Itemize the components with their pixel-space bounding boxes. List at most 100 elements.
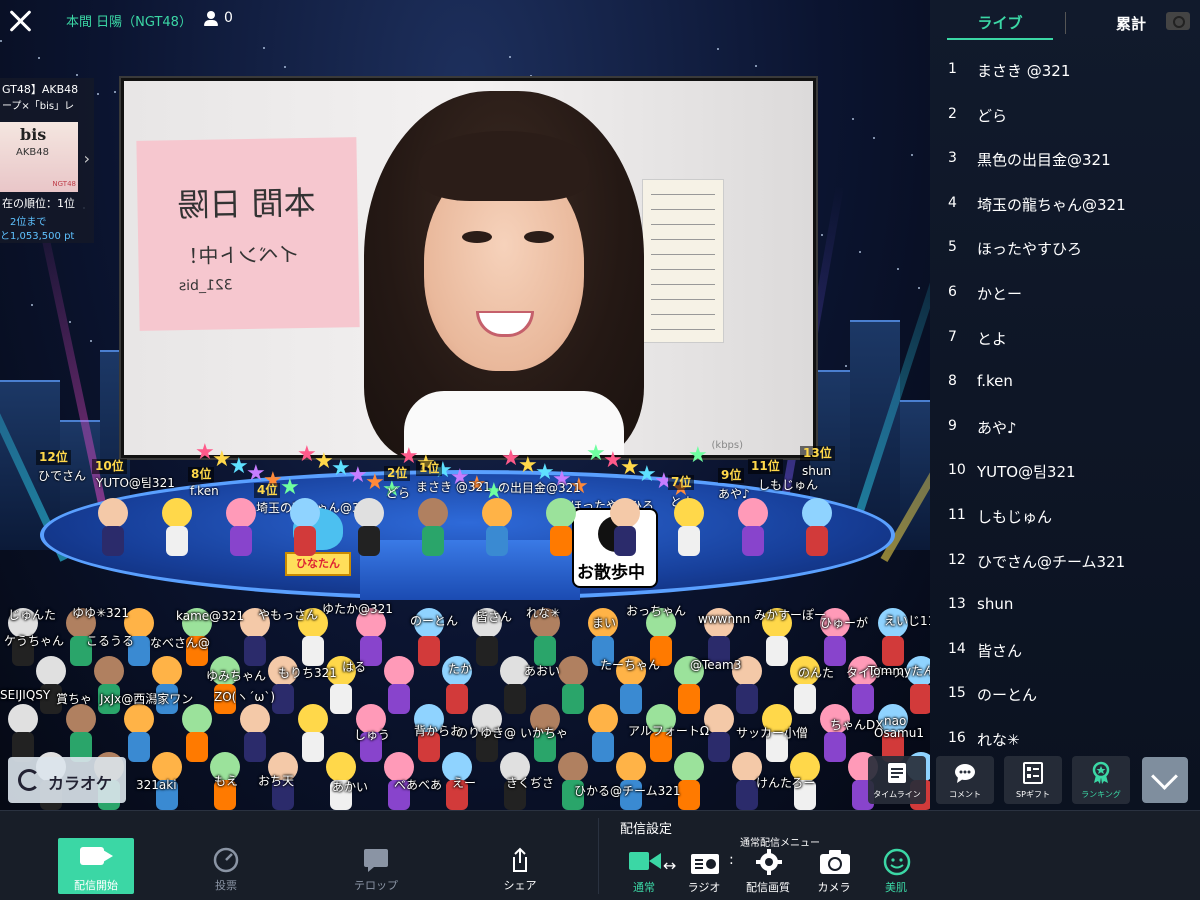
ranking-row[interactable]: 2 どら	[930, 93, 1200, 137]
crowd-name: ひゅーが	[820, 616, 869, 630]
ranking-row[interactable]: 16 れな✳	[930, 717, 1200, 761]
viewer-count: 0	[224, 10, 233, 26]
beauty-button[interactable]: 美肌	[866, 846, 926, 896]
ranking-user: どら	[977, 106, 1008, 125]
crowd-name: れな✳	[526, 606, 561, 620]
ranking-row[interactable]: 9 あや♪	[930, 405, 1200, 449]
ranking-row[interactable]: 3 黒色の出目金@321	[930, 137, 1200, 181]
crowd-name: まい	[592, 616, 617, 630]
ranking-row[interactable]: 5 ほったやすひろ	[930, 226, 1200, 270]
crowd-name: のんた	[798, 666, 835, 680]
ranking-row[interactable]: 13 shun	[930, 583, 1200, 627]
crowd-name: Tommyたん(とみ	[868, 664, 930, 678]
crowd-name: もえ	[214, 774, 239, 788]
ranking-row[interactable]: 14 皆さん	[930, 628, 1200, 672]
start-broadcast-button[interactable]: 配信開始	[58, 838, 134, 894]
smile-sparkle-icon	[883, 848, 911, 876]
vote-button[interactable]: 投票	[188, 841, 264, 897]
crowd-name: JxJx@西潟家ワン	[100, 692, 194, 706]
sp-gift-label: SPギフト	[1016, 790, 1050, 799]
broadcast-settings-title: 配信設定	[620, 822, 673, 837]
comment-icon	[955, 764, 975, 783]
crowd-name: アルフォートΩ	[628, 724, 710, 738]
crowd-name: サッカー小僧	[736, 726, 809, 740]
award-icon	[1092, 761, 1110, 784]
ranking-number: 5	[948, 239, 957, 256]
stage-rank-tag: 2位	[384, 466, 411, 481]
sp-gift-button[interactable]: SPギフト	[1004, 756, 1062, 804]
refresh-icon	[18, 769, 40, 791]
stage-name-tag: の出目金@321	[498, 481, 581, 495]
crowd-name: きくぢさ	[506, 776, 555, 790]
ranking-user: とよ	[977, 329, 1008, 348]
banner-rank: 在の順位：1位	[2, 197, 75, 210]
stage-rank-tag: 8位	[188, 467, 215, 482]
share-label: シェア	[503, 879, 537, 892]
crowd-name: もりち321	[278, 666, 337, 680]
share-icon	[513, 847, 527, 872]
ranking-user: ひでさん@チーム321	[977, 552, 1126, 571]
tab-total[interactable]: 累計	[1102, 8, 1160, 40]
crowd-name: べあべあ	[394, 778, 443, 792]
ranking-row[interactable]: 15 のーとん	[930, 672, 1200, 716]
ranking-user: 黒色の出目金@321	[977, 151, 1111, 170]
crowd-name: ひかる@チーム321	[574, 784, 681, 798]
crowd-name: kame@321	[176, 609, 245, 623]
quality-button[interactable]: 配信画質	[738, 846, 798, 896]
chevron-down-icon[interactable]	[1142, 757, 1188, 803]
karaoke-button[interactable]: カラオケ	[8, 757, 126, 803]
crowd-name: @Team3	[690, 658, 742, 672]
stage-name-tag: しもじゅん	[758, 478, 819, 492]
crowd-name: ゆゆ✳321	[72, 606, 129, 620]
stage-rank-tag: 11位	[748, 459, 783, 474]
stage-rank-tag: 1位	[416, 461, 443, 476]
sanpo-sign-text: お散歩中	[577, 563, 645, 583]
ranking-button[interactable]: ランキング	[1072, 756, 1130, 804]
share-button[interactable]: シェア	[482, 841, 558, 897]
video-camera-icon	[629, 852, 661, 870]
ranking-row[interactable]: 7 とよ	[930, 316, 1200, 360]
ranking-number: 7	[948, 328, 957, 345]
menu-separator: :	[729, 852, 734, 868]
comment-button[interactable]: コメント	[936, 756, 994, 804]
camera-switch-icon[interactable]	[1166, 12, 1190, 30]
ranking-row[interactable]: 1 まさき @321	[930, 48, 1200, 92]
stage-rank-tag: 9位	[718, 468, 745, 483]
crowd-name: SEIJIQSY	[0, 688, 51, 702]
crowd-name: えー	[452, 776, 477, 790]
camera-button[interactable]: カメラ	[804, 846, 864, 896]
chevron-right-icon[interactable]: ›	[84, 148, 90, 170]
ranking-number: 1	[948, 61, 957, 77]
schedule-note	[642, 179, 724, 343]
gift-list-icon	[1023, 762, 1043, 784]
crowd-name: なべさん@	[150, 636, 211, 650]
ranking-row[interactable]: 6 かとー	[930, 271, 1200, 315]
telop-label: テロップ	[354, 879, 398, 892]
live-stage: 本間 日陽（NGT48） 0 GT48】AKB48 ープ×「bis」レ bis …	[0, 0, 930, 810]
ranking-row[interactable]: 12 ひでさん@チーム321	[930, 539, 1200, 583]
ranking-row[interactable]: 10 YUTO@팀321	[930, 449, 1200, 493]
stage-name-tag: shun	[802, 464, 832, 478]
broadcast-video: 本間 日陽 イベント中！ 321_bis (kbps)	[121, 78, 816, 458]
crowd-name: あおい	[524, 664, 561, 678]
ranking-user: 埼玉の龍ちゃん@321	[977, 195, 1126, 214]
event-banner[interactable]: GT48】AKB48 ープ×「bis」レ bis AKB48 NGT48 › 在…	[0, 78, 94, 243]
ranking-row[interactable]: 11 しもじゅん	[930, 494, 1200, 538]
ranking-number: 4	[948, 194, 957, 211]
mode-radio-button[interactable]: ラジオ	[674, 846, 734, 896]
tab-divider	[1065, 12, 1066, 34]
ranking-user: かとー	[977, 285, 1023, 303]
crowd-name: いかちゃ	[520, 726, 569, 740]
stage-name-tag: YUTO@팀321	[96, 476, 175, 490]
ranking-row[interactable]: 8 f.ken	[930, 360, 1200, 404]
ranking-row[interactable]: 4 埼玉の龍ちゃん@321	[930, 182, 1200, 226]
close-icon[interactable]	[8, 8, 34, 34]
crowd-name: はる	[342, 660, 367, 674]
quality-label: 配信画質	[746, 881, 790, 894]
telop-button[interactable]: テロップ	[338, 841, 414, 897]
sign-line-1: 本間 日陽	[177, 183, 316, 225]
timeline-button[interactable]: タイムライン	[868, 756, 926, 804]
crowd-name: やもっさん	[258, 608, 319, 622]
crowd-name: ZO(ヽ´ω`)	[214, 690, 276, 704]
tab-live[interactable]: ライブ	[947, 8, 1053, 40]
